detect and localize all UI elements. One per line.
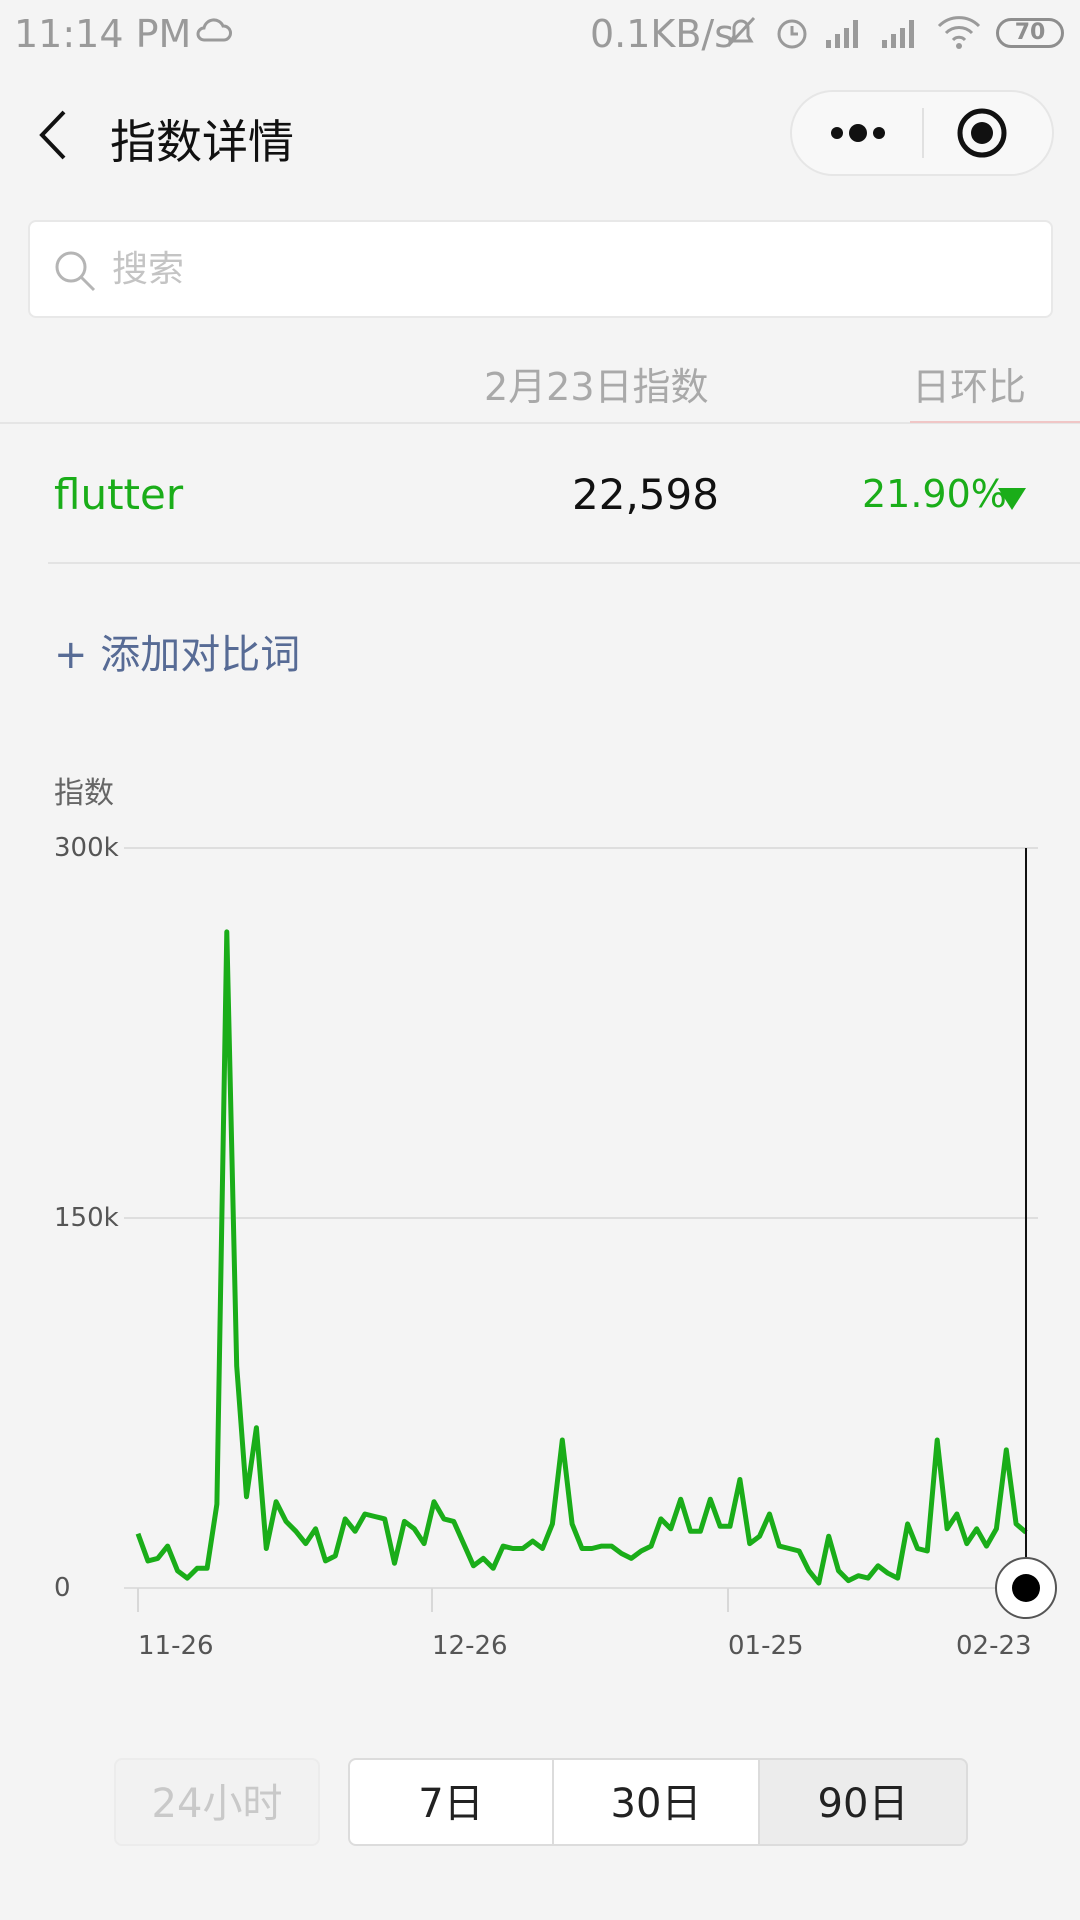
more-dots-icon[interactable]: [792, 92, 922, 174]
keyword-ratio: 21.90%: [862, 472, 1007, 516]
column-header-ratio: 日环比: [912, 365, 1027, 409]
selected-point-dot: [1012, 1574, 1040, 1602]
status-time: 11:14 PM: [14, 12, 192, 56]
mute-bell-icon: [726, 16, 756, 48]
status-bar: 11:14 PM 0.1KB/s 70: [0, 0, 1080, 68]
add-compare-button[interactable]: + 添加对比词: [54, 622, 300, 680]
keyword-name: flutter: [54, 470, 184, 519]
chart-y-title: 指数: [54, 776, 114, 811]
back-chevron-icon[interactable]: [34, 106, 78, 164]
signal-icon: [882, 20, 914, 48]
nav-header: 指数详情: [0, 68, 1080, 198]
x-tick-label: 02-23: [956, 1631, 1032, 1661]
index-line-chart[interactable]: 300k 150k 0 11-26 12-26 01-25 02-23: [0, 820, 1080, 1680]
search-input[interactable]: [110, 222, 1010, 316]
battery-icon: 70: [996, 18, 1064, 48]
x-tick-label: 01-25: [728, 1631, 804, 1661]
y-tick-label: 0: [54, 1573, 71, 1603]
range-90d-button[interactable]: 90日: [758, 1758, 968, 1846]
x-tick-label: 12-26: [432, 1631, 508, 1661]
cloud-icon: [196, 18, 232, 42]
alarm-icon: [777, 19, 807, 49]
range-24h-button[interactable]: 24小时: [114, 1758, 320, 1846]
y-tick-label: 150k: [54, 1203, 119, 1233]
network-speed: 0.1KB/s: [590, 12, 735, 56]
y-tick-label: 300k: [54, 833, 119, 863]
series-line-flutter: [135, 929, 1028, 1586]
wifi-icon: [937, 16, 981, 49]
row-divider: [48, 562, 1080, 564]
signal-icon: [826, 20, 858, 48]
header-accent-line: [910, 421, 1080, 423]
range-7d-button[interactable]: 7日: [348, 1758, 554, 1846]
range-30d-button[interactable]: 30日: [552, 1758, 760, 1846]
x-tick-label: 11-26: [138, 1631, 214, 1661]
search-bar: [28, 220, 1053, 318]
close-target-icon[interactable]: [924, 92, 1054, 174]
column-header-index: 2月23日指数: [484, 365, 709, 409]
page-title: 指数详情: [110, 115, 294, 169]
capsule-menu: [790, 90, 1054, 176]
search-icon: [55, 251, 96, 292]
keyword-index-value: 22,598: [572, 470, 719, 519]
down-triangle-icon: [998, 488, 1026, 510]
keyword-row[interactable]: flutter 22,598 21.90%: [0, 440, 1080, 564]
